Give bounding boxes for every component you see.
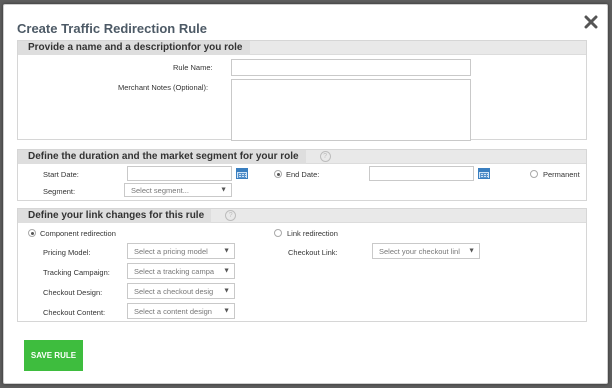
tracking-campaign-value: Select a tracking campa bbox=[134, 266, 215, 276]
link-changes-section: Define your link changes for this rule ?… bbox=[17, 208, 587, 322]
rule-name-label: Rule Name: bbox=[173, 63, 213, 72]
tracking-campaign-select[interactable]: Select a tracking campa ▼ bbox=[127, 263, 235, 279]
close-button[interactable] bbox=[582, 13, 600, 31]
section-header: Define the duration and the market segme… bbox=[18, 149, 586, 164]
merchant-notes-label: Merchant Notes (Optional): bbox=[118, 83, 209, 92]
chevron-down-icon: ▼ bbox=[223, 287, 230, 295]
checkout-content-label: Checkout Content: bbox=[43, 308, 106, 317]
chevron-down-icon: ▼ bbox=[223, 307, 230, 315]
checkout-link-value: Select your checkout linl bbox=[379, 246, 460, 256]
checkout-link-label: Checkout Link: bbox=[288, 248, 338, 257]
duration-segment-section: Define the duration and the market segme… bbox=[17, 149, 587, 201]
help-icon[interactable]: ? bbox=[319, 151, 331, 162]
section-header: Provide a name and a descriptionfor you … bbox=[18, 40, 586, 55]
rule-name-input[interactable] bbox=[231, 59, 471, 76]
create-rule-dialog: Create Traffic Redirection Rule Provide … bbox=[3, 4, 608, 384]
checkout-design-select[interactable]: Select a checkout desig ▼ bbox=[127, 283, 235, 299]
checkout-design-label: Checkout Design: bbox=[43, 288, 103, 297]
section-header: Define your link changes for this rule ? bbox=[18, 208, 586, 223]
component-redirection-radio[interactable] bbox=[28, 229, 36, 237]
chevron-down-icon: ▼ bbox=[223, 267, 230, 275]
pricing-model-value: Select a pricing model bbox=[134, 246, 208, 256]
segment-label: Segment: bbox=[43, 187, 76, 196]
checkout-design-value: Select a checkout desig bbox=[134, 286, 214, 296]
component-redirection-label: Component redirection bbox=[40, 229, 116, 238]
link-redirection-radio[interactable] bbox=[274, 229, 282, 237]
segment-select[interactable]: Select segment... ▼ bbox=[124, 183, 232, 197]
checkout-content-value: Select a content design bbox=[134, 306, 212, 316]
pricing-model-select[interactable]: Select a pricing model ▼ bbox=[127, 243, 235, 259]
start-date-label: Start Date: bbox=[43, 170, 79, 179]
checkout-content-select[interactable]: Select a content design ▼ bbox=[127, 303, 235, 319]
section-title: Define the duration and the market segme… bbox=[18, 149, 306, 164]
chevron-down-icon: ▼ bbox=[468, 247, 475, 255]
save-rule-button[interactable]: SAVE RULE bbox=[24, 340, 83, 371]
chevron-down-icon: ▼ bbox=[220, 186, 227, 194]
chevron-down-icon: ▼ bbox=[223, 247, 230, 255]
help-icon[interactable]: ? bbox=[225, 210, 237, 221]
close-icon bbox=[584, 15, 598, 29]
section-title: Define your link changes for this rule bbox=[18, 208, 212, 223]
dialog-title: Create Traffic Redirection Rule bbox=[17, 21, 207, 36]
calendar-icon[interactable] bbox=[478, 168, 490, 179]
end-date-input[interactable] bbox=[369, 166, 474, 181]
checkout-link-select[interactable]: Select your checkout linl ▼ bbox=[372, 243, 480, 259]
segment-select-value: Select segment... bbox=[131, 185, 189, 195]
link-redirection-label: Link redirection bbox=[287, 229, 338, 238]
permanent-label: Permanent bbox=[543, 170, 580, 179]
section-title: Provide a name and a descriptionfor you … bbox=[18, 40, 250, 55]
tracking-campaign-label: Tracking Campaign: bbox=[43, 268, 110, 277]
end-date-label: End Date: bbox=[286, 170, 320, 179]
end-date-radio[interactable] bbox=[274, 170, 282, 178]
merchant-notes-textarea[interactable] bbox=[231, 79, 471, 141]
pricing-model-label: Pricing Model: bbox=[43, 248, 91, 257]
name-description-section: Provide a name and a descriptionfor you … bbox=[17, 40, 587, 141]
start-date-input[interactable] bbox=[127, 166, 232, 181]
permanent-radio[interactable] bbox=[530, 170, 538, 178]
calendar-icon[interactable] bbox=[236, 168, 248, 179]
